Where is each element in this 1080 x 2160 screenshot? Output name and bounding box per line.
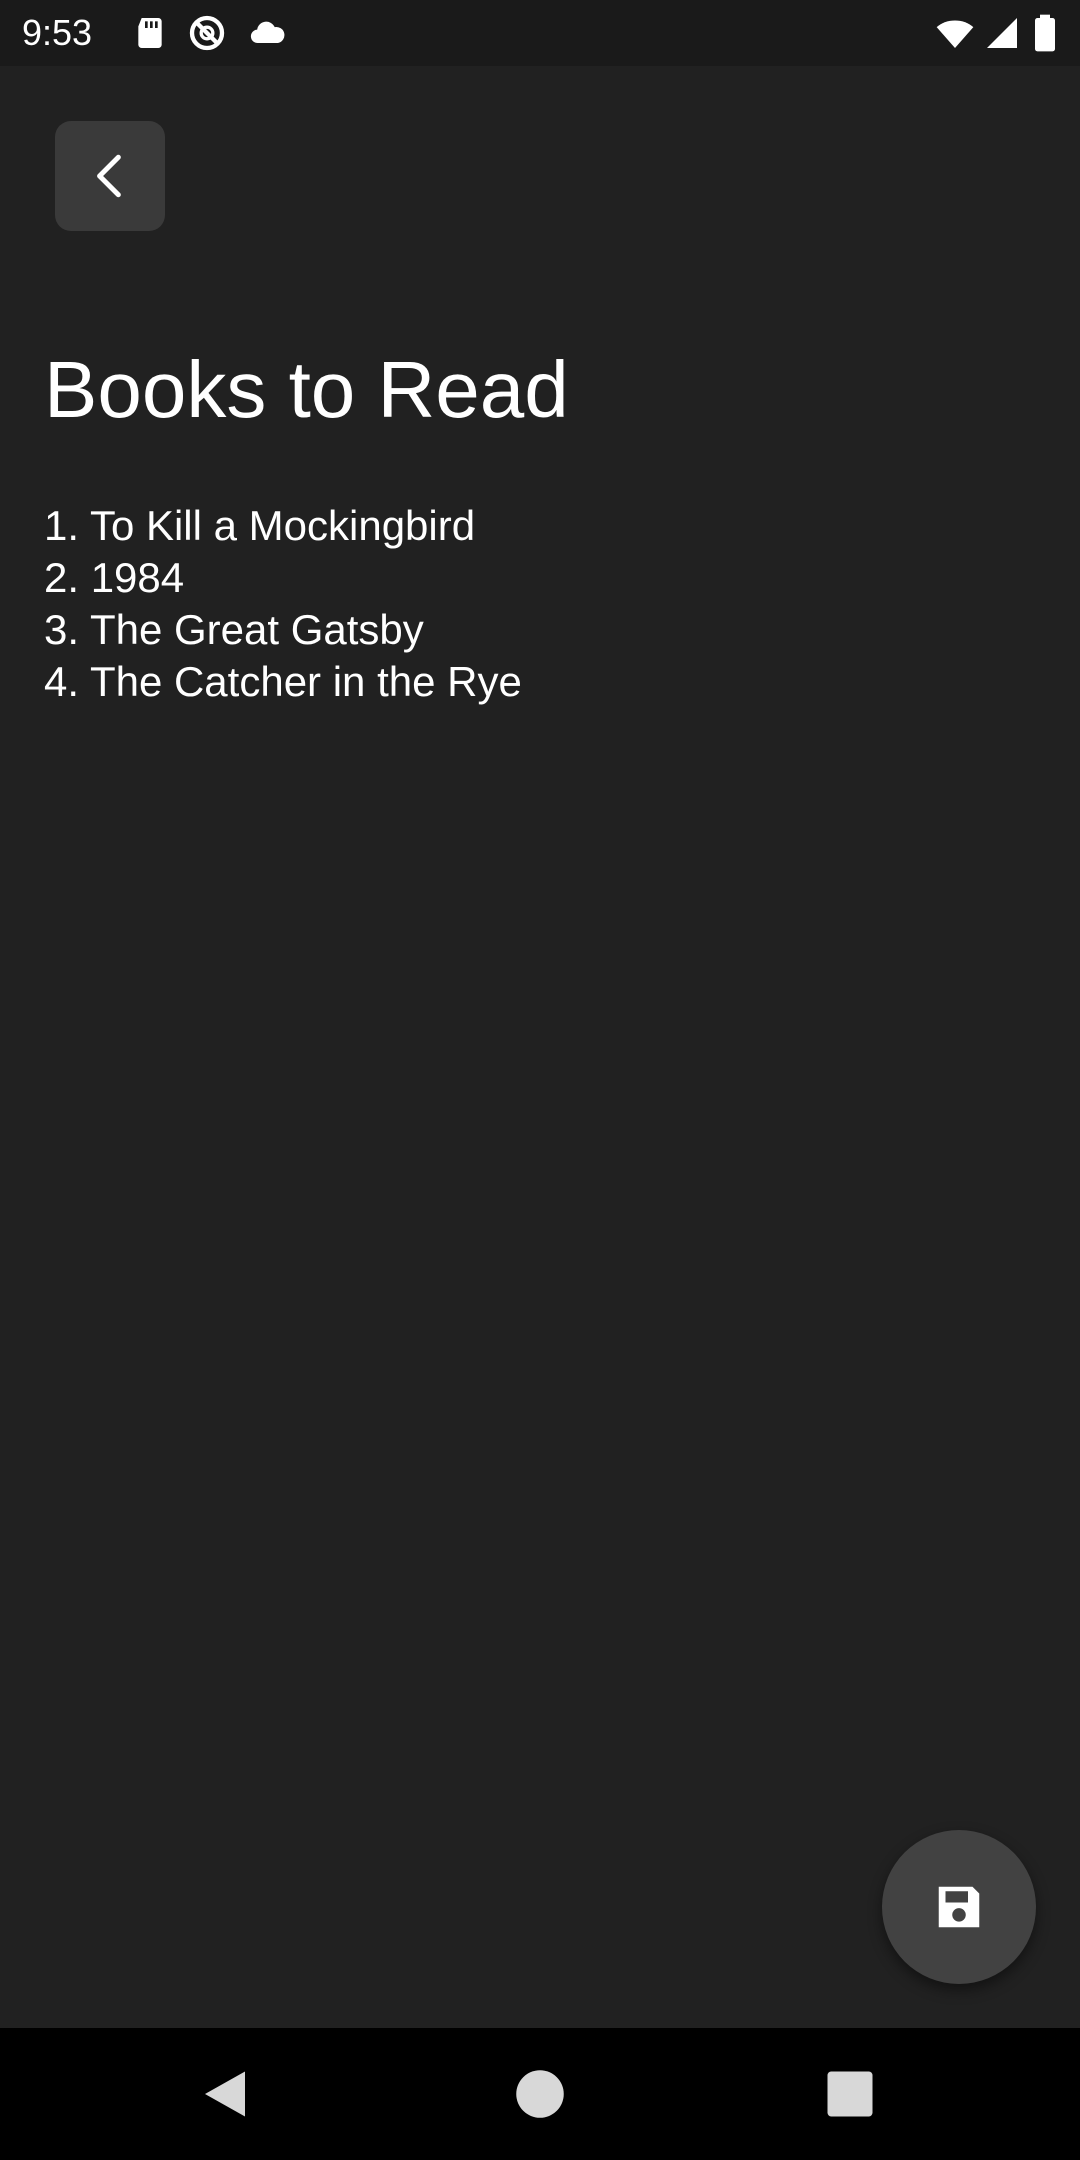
note-editor-screen: 9:53 Books to Read 1. To Kill a Mockingb…	[0, 0, 1080, 2160]
save-button[interactable]	[882, 1830, 1036, 1984]
sd-card-icon	[130, 13, 170, 53]
note-line: 1. To Kill a Mockingbird	[44, 502, 476, 549]
status-time: 9:53	[22, 12, 93, 53]
wifi-icon	[935, 13, 975, 53]
nav-recents-button[interactable]	[820, 2064, 880, 2124]
battery-icon	[1030, 13, 1060, 53]
navigation-bar	[0, 2028, 1080, 2160]
note-title[interactable]: Books to Read	[44, 340, 569, 440]
note-line: 2. 1984	[44, 554, 185, 601]
status-bar: 9:53	[0, 0, 1080, 66]
recents-square-icon	[827, 2071, 873, 2117]
note-body[interactable]: 1. To Kill a Mockingbird 2. 1984 3. The …	[44, 500, 522, 708]
back-triangle-icon	[205, 2071, 245, 2117]
note-line: 4. The Catcher in the Rye	[44, 658, 522, 705]
home-circle-icon	[516, 2070, 564, 2118]
no-sync-icon	[187, 13, 227, 53]
nav-back-button[interactable]	[195, 2064, 255, 2124]
signal-icon	[982, 13, 1022, 53]
note-line: 3. The Great Gatsby	[44, 606, 424, 653]
back-button[interactable]	[55, 121, 165, 231]
cloud-icon	[248, 13, 288, 53]
save-icon	[938, 1886, 980, 1928]
nav-home-button[interactable]	[510, 2064, 570, 2124]
chevron-left-icon	[97, 154, 121, 198]
